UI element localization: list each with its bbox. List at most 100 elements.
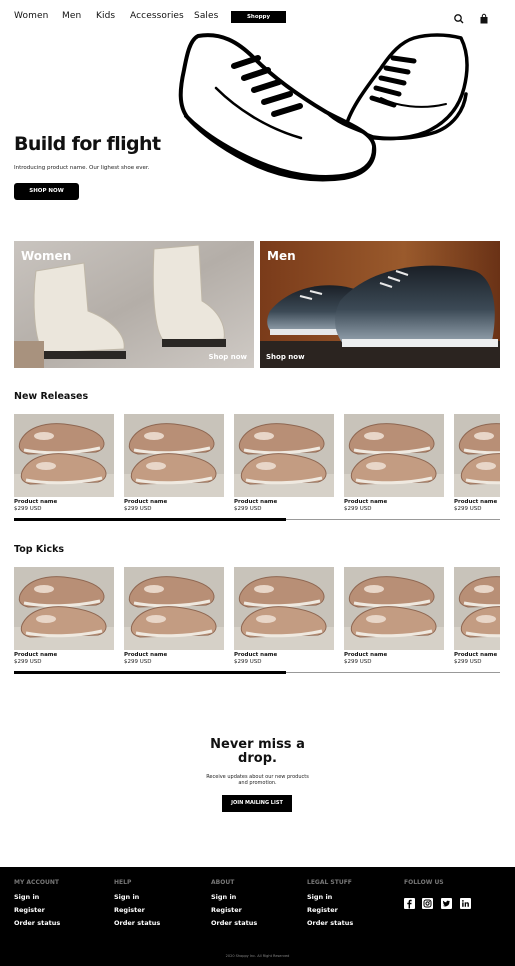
footer-link-register[interactable]: Register [14,906,60,914]
product-name: Product name [234,499,278,505]
product-name: Product name [454,499,498,505]
product-card[interactable]: Product name $299 USD [454,414,500,512]
product-name: Product name [344,499,388,505]
product-card[interactable]: Product name $299 USD [14,567,114,665]
product-image [234,414,334,497]
footer-column-my-account: MY ACCOUNT Sign in Register Order status [14,879,60,932]
copyright-text: 2020 Shoppy Inc. All Right Reserved [225,954,290,958]
product-card[interactable]: Product name $299 USD [234,567,334,665]
product-name: Product name [124,652,168,658]
logo[interactable]: Shoppy [231,11,286,23]
category-shop-now-women[interactable]: Shop now [208,353,247,361]
footer-link-register[interactable]: Register [211,906,257,914]
shop-now-button[interactable]: SHOP NOW [14,183,79,200]
footer-heading: HELP [114,879,132,886]
footer-link-sign-in[interactable]: Sign in [114,893,160,901]
product-name: Product name [124,499,168,505]
category-card-women[interactable]: Women Shop now [14,241,254,368]
hero-subtitle: Introducing product name. Our lighest sh… [14,165,150,171]
category-card-men[interactable]: Men Shop now [260,241,500,368]
product-image [14,567,114,650]
newsletter-text: Receive updates about our new products a… [0,774,515,786]
product-name: Product name [344,652,388,658]
instagram-icon[interactable] [422,894,433,909]
product-price: $299 USD [124,659,152,665]
hero-title: Build for flight [14,133,161,155]
footer: MY ACCOUNT Sign in Register Order status… [0,867,515,966]
product-image [14,414,114,497]
top-kicks-scrollbar[interactable] [14,671,500,674]
product-price: $299 USD [454,659,482,665]
newsletter-title: Never miss a drop. [0,738,515,766]
facebook-icon[interactable] [404,894,415,909]
product-image [454,414,500,497]
footer-link-order-status[interactable]: Order status [211,919,257,927]
product-price: $299 USD [344,659,372,665]
product-card[interactable]: Product name $299 USD [124,414,224,512]
nav-item-sales[interactable]: Sales [194,11,218,21]
product-card[interactable]: Product name $299 USD [344,567,444,665]
product-price: $299 USD [14,506,42,512]
product-card[interactable]: Product name $299 USD [14,414,114,512]
nav-item-men[interactable]: Men [62,11,81,21]
footer-column-legal-stuff: LEGAL STUFF Sign in Register Order statu… [307,879,353,932]
newsletter-text-line-2: and promotion. [238,780,277,786]
footer-heading: FOLLOW US [404,879,444,886]
footer-heading: MY ACCOUNT [14,879,59,886]
new-releases-title: New Releases [14,391,89,402]
product-card[interactable]: Product name $299 USD [344,414,444,512]
product-price: $299 USD [454,506,482,512]
nav-item-kids[interactable]: Kids [96,11,115,21]
footer-link-order-status[interactable]: Order status [14,919,60,927]
new-releases-scrollbar[interactable] [14,518,500,521]
footer-heading: LEGAL STUFF [307,879,352,886]
new-releases-carousel[interactable]: Product name $299 USD Product name $299 USD… [14,414,500,514]
category-title-men: Men [267,249,296,263]
top-kicks-scroll-thumb[interactable] [14,671,287,674]
newsletter-title-line-1: Never miss a [210,737,305,752]
category-shop-now-men[interactable]: Shop now [266,353,305,361]
product-name: Product name [14,652,58,658]
product-image [454,567,500,650]
product-image [124,567,224,650]
product-name: Product name [234,652,278,658]
nav-item-accessories[interactable]: Accessories [130,11,184,21]
product-price: $299 USD [234,659,262,665]
nav-item-women[interactable]: Women [14,11,48,21]
newsletter-title-line-2: drop. [238,751,277,766]
footer-link-sign-in[interactable]: Sign in [307,893,353,901]
product-image [344,567,444,650]
product-price: $299 USD [234,506,262,512]
product-card[interactable]: Product name $299 USD [124,567,224,665]
footer-link-sign-in[interactable]: Sign in [14,893,60,901]
footer-link-register[interactable]: Register [114,906,160,914]
product-card[interactable]: Product name $299 USD [234,414,334,512]
twitter-icon[interactable] [441,894,452,909]
product-card[interactable]: Product name $299 USD [454,567,500,665]
footer-link-order-status[interactable]: Order status [307,919,353,927]
top-kicks-title: Top Kicks [14,544,65,555]
footer-column-help: HELP Sign in Register Order status [114,879,160,932]
footer-link-order-status[interactable]: Order status [114,919,160,927]
product-price: $299 USD [124,506,152,512]
search-icon[interactable] [453,10,465,24]
footer-link-sign-in[interactable]: Sign in [211,893,257,901]
product-name: Product name [454,652,498,658]
category-title-women: Women [21,249,72,263]
join-mailing-list-button[interactable]: JOIN MAILING LIST [222,795,292,812]
linkedin-icon[interactable] [460,894,471,909]
top-kicks-carousel[interactable]: Product name $299 USD Product name $299 USD… [14,567,500,667]
shopping-bag-icon[interactable] [478,10,490,24]
footer-link-register[interactable]: Register [307,906,353,914]
men-sneakers-image [260,241,500,368]
product-image [124,414,224,497]
new-releases-scroll-thumb[interactable] [14,518,287,521]
footer-column-about: ABOUT Sign in Register Order status [211,879,257,932]
product-image [344,414,444,497]
product-image [234,567,334,650]
product-price: $299 USD [344,506,372,512]
product-price: $299 USD [14,659,42,665]
footer-column-follow-us: FOLLOW US [404,879,444,893]
product-name: Product name [14,499,58,505]
footer-heading: ABOUT [211,879,235,886]
